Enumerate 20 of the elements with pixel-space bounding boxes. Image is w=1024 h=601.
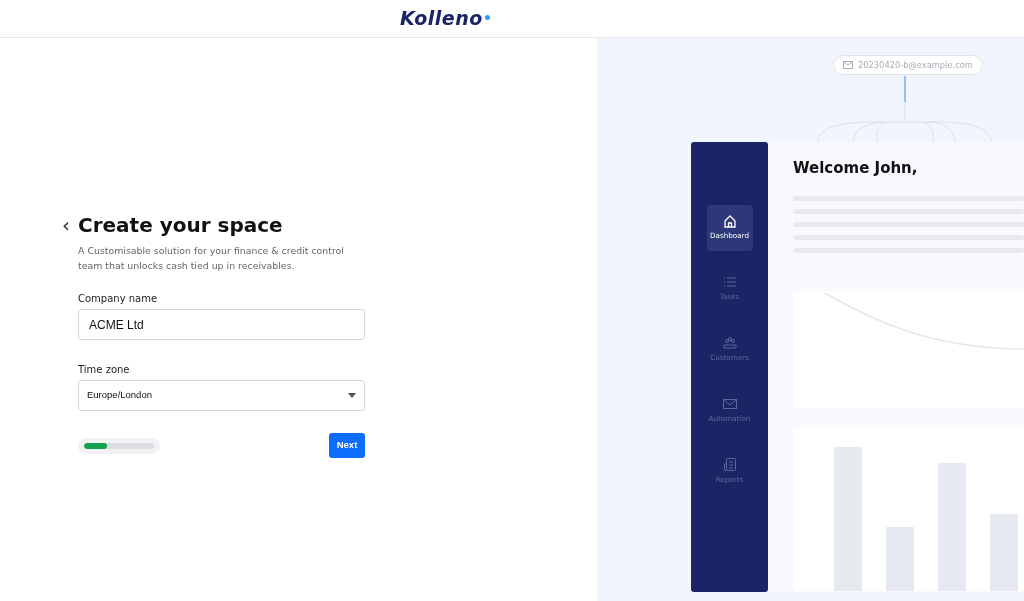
welcome-heading: Welcome John,	[793, 158, 919, 179]
back-button[interactable]: ‹	[62, 215, 70, 235]
home-icon	[722, 214, 737, 229]
logo: Kolleno	[400, 9, 483, 28]
mail-icon	[722, 397, 737, 412]
chart-bar	[886, 526, 914, 591]
mail-icon	[843, 61, 853, 69]
text-input[interactable]: ACME Ltd	[78, 309, 365, 340]
select-field[interactable]: Europe/London	[78, 380, 365, 411]
field-label: Company name	[78, 292, 159, 306]
caret-icon	[348, 393, 356, 398]
document-icon	[722, 458, 737, 473]
page-title: Create your space	[78, 213, 284, 237]
list-icon	[722, 275, 737, 290]
field-label: Time zone	[78, 363, 131, 377]
email-pill: 20230420-b@example.com	[833, 55, 983, 75]
logo-dot-icon	[484, 14, 490, 20]
subtitle: A Customisable solution for your finance & credit control team that unlocks cash tied up in receivables.	[78, 244, 345, 273]
next-button[interactable]: Next	[329, 433, 365, 458]
people-icon	[722, 336, 737, 351]
